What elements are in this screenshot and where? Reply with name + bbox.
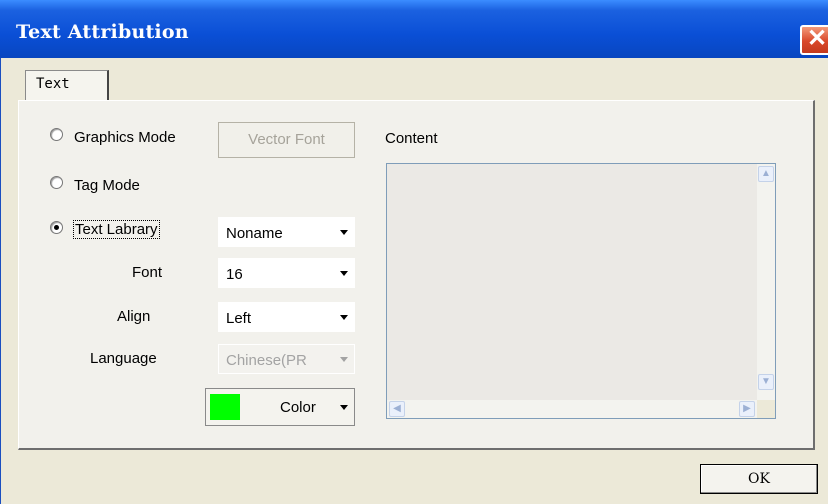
close-icon: ✕ [806, 25, 828, 52]
scroll-left-button[interactable]: ◀ [389, 401, 405, 417]
graphics-mode-label[interactable]: Graphics Mode [74, 129, 176, 146]
language-select[interactable]: Chinese(PR [218, 344, 355, 374]
tag-mode-label[interactable]: Tag Mode [74, 177, 140, 194]
tab-text[interactable]: Text [25, 70, 109, 100]
align-value: Left [226, 310, 252, 327]
chevron-down-icon [340, 405, 348, 410]
ok-button[interactable]: OK [700, 464, 818, 494]
language-label: Language [90, 350, 157, 367]
color-label: Color [280, 399, 316, 416]
language-value: Chinese(PR [226, 352, 307, 369]
radio-graphics-mode[interactable] [50, 128, 63, 141]
font-size-select[interactable]: 16 [218, 258, 355, 288]
color-swatch [210, 394, 240, 420]
window-title: Text Attribution [16, 21, 189, 43]
align-select[interactable]: Left [218, 302, 355, 332]
chevron-down-icon [340, 357, 348, 362]
vector-font-button[interactable]: Vector Font [218, 122, 355, 158]
chevron-down-icon [340, 230, 348, 235]
content-textarea[interactable]: ▲ ▼ ◀ ▶ [386, 163, 776, 419]
title-bar[interactable]: Text Attribution ✕ [0, 0, 828, 59]
scroll-right-button[interactable]: ▶ [739, 401, 755, 417]
radio-text-library[interactable] [50, 221, 63, 234]
chevron-down-icon [340, 271, 348, 276]
text-library-label[interactable]: Text Labrary [73, 220, 160, 239]
radio-tag-mode[interactable] [50, 176, 63, 189]
content-label: Content [385, 130, 438, 147]
library-select-value: Noname [226, 225, 283, 242]
chevron-down-icon [340, 315, 348, 320]
vertical-scrollbar[interactable]: ▲ ▼ [757, 164, 775, 400]
close-button[interactable]: ✕ [800, 25, 828, 55]
scroll-up-button[interactable]: ▲ [758, 166, 774, 182]
font-label: Font [132, 264, 163, 281]
scrollbar-corner [757, 400, 775, 418]
horizontal-scrollbar[interactable]: ◀ ▶ [387, 400, 757, 418]
scroll-down-button[interactable]: ▼ [758, 374, 774, 390]
library-select[interactable]: Noname [218, 217, 355, 247]
tab-text-label: Text [36, 76, 70, 92]
color-picker[interactable]: Color [205, 388, 355, 426]
align-label: Align [117, 308, 151, 325]
font-size-value: 16 [226, 266, 243, 283]
